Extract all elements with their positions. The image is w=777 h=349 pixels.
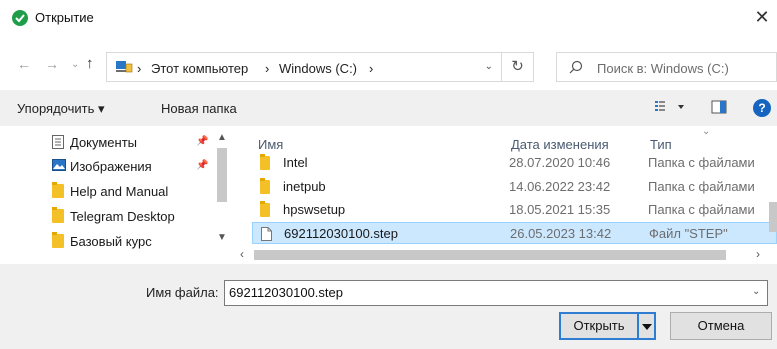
filename-input[interactable]: 692112030100.step xyxy=(224,280,768,306)
scrollbar-thumb[interactable] xyxy=(217,148,227,202)
file-list-scrollbar[interactable] xyxy=(768,126,777,246)
computer-icon xyxy=(115,60,133,74)
search-icon xyxy=(569,60,583,77)
file-icon xyxy=(261,227,272,241)
scrollbar-thumb[interactable] xyxy=(254,250,726,260)
open-button[interactable]: Открыть xyxy=(559,312,639,340)
new-folder-button[interactable]: Новая папка xyxy=(161,101,237,116)
content-area: Документы 📌 Изображения 📌 Help and Manua… xyxy=(0,126,777,264)
up-arrow-icon[interactable]: ↑ xyxy=(86,55,94,72)
organize-menu-button[interactable]: Упорядочить ▾ xyxy=(17,101,105,117)
folder-icon xyxy=(52,232,64,248)
column-header-name[interactable]: Имя xyxy=(258,137,283,152)
scroll-up-icon[interactable]: ▲ xyxy=(217,132,227,143)
horizontal-scrollbar[interactable]: ‹ › xyxy=(232,246,777,263)
dialog-footer: Имя файла: 692112030100.step ⌄ Открыть О… xyxy=(0,264,777,349)
scrollbar-thumb[interactable] xyxy=(769,202,777,232)
file-row-selected[interactable]: 692112030100.step 26.05.2023 13:42 Файл … xyxy=(252,222,777,244)
navigation-pane: Документы 📌 Изображения 📌 Help and Manua… xyxy=(0,126,232,264)
nav-pane-scrollbar[interactable]: ▲ ▼ xyxy=(215,132,229,246)
open-options-dropdown[interactable] xyxy=(638,312,656,340)
documents-icon xyxy=(52,135,64,149)
window-title: Открытие xyxy=(35,10,94,25)
search-box[interactable]: Поиск в: Windows (C:) xyxy=(556,52,777,82)
cancel-button[interactable]: Отмена xyxy=(670,312,772,340)
scroll-right-icon[interactable]: › xyxy=(756,247,760,261)
sort-chevron-icon: ⌄ xyxy=(702,126,711,137)
address-separator: › xyxy=(137,61,142,76)
filename-label: Имя файла: xyxy=(146,285,219,300)
app-check-icon xyxy=(12,10,28,26)
refresh-button[interactable]: ↻ xyxy=(502,52,534,82)
address-segment-this-pc[interactable]: Этот компьютер xyxy=(151,61,248,76)
back-arrow-icon[interactable]: ← xyxy=(17,56,31,72)
folder-icon xyxy=(260,201,270,217)
recent-locations-chevron-icon[interactable]: ⌄ xyxy=(71,59,79,70)
pin-icon: 📌 xyxy=(196,160,209,171)
column-header-type[interactable]: Тип xyxy=(650,137,672,152)
pin-icon: 📌 xyxy=(196,136,209,147)
address-bar[interactable]: › Этот компьютер › Windows (C:) › ⌄ xyxy=(106,52,502,82)
view-options-icon[interactable] xyxy=(654,98,684,119)
folder-icon xyxy=(260,178,270,194)
preview-pane-icon[interactable] xyxy=(711,99,727,118)
address-separator: › xyxy=(369,61,374,76)
scroll-left-icon[interactable]: ‹ xyxy=(240,247,244,261)
file-list: Имя Дата изменения Тип ⌄ Intel 28.07.202… xyxy=(236,126,777,264)
address-separator: › xyxy=(265,61,270,76)
folder-icon xyxy=(52,182,64,198)
help-button[interactable]: ? xyxy=(753,99,771,117)
file-row[interactable]: inetpub 14.06.2022 23:42 Папка с файлами xyxy=(252,176,777,198)
address-dropdown-icon[interactable]: ⌄ xyxy=(485,61,493,72)
close-button[interactable]: ✕ xyxy=(751,6,773,28)
filename-dropdown-icon[interactable]: ⌄ xyxy=(752,286,760,297)
command-toolbar: Упорядочить ▾ Новая папка ? xyxy=(0,90,777,126)
folder-icon xyxy=(52,207,64,223)
file-row[interactable]: Intel 28.07.2020 10:46 Папка с файлами xyxy=(252,152,777,174)
address-segment-drive[interactable]: Windows (C:) xyxy=(279,61,357,76)
title-bar: Открытие ✕ xyxy=(0,0,777,36)
scroll-down-icon[interactable]: ▼ xyxy=(217,232,227,243)
dropdown-arrow-icon xyxy=(642,324,652,330)
file-row[interactable]: hpswsetup 18.05.2021 15:35 Папка с файла… xyxy=(252,199,777,221)
images-icon xyxy=(52,159,66,173)
navigation-bar: ← → ⌄ ↑ › Этот компьютер › Windows (C:) … xyxy=(0,46,777,86)
column-header-date[interactable]: Дата изменения xyxy=(511,137,609,152)
folder-icon xyxy=(260,154,270,170)
forward-arrow-icon[interactable]: → xyxy=(45,56,59,72)
search-input[interactable]: Поиск в: Windows (C:) xyxy=(597,61,729,76)
